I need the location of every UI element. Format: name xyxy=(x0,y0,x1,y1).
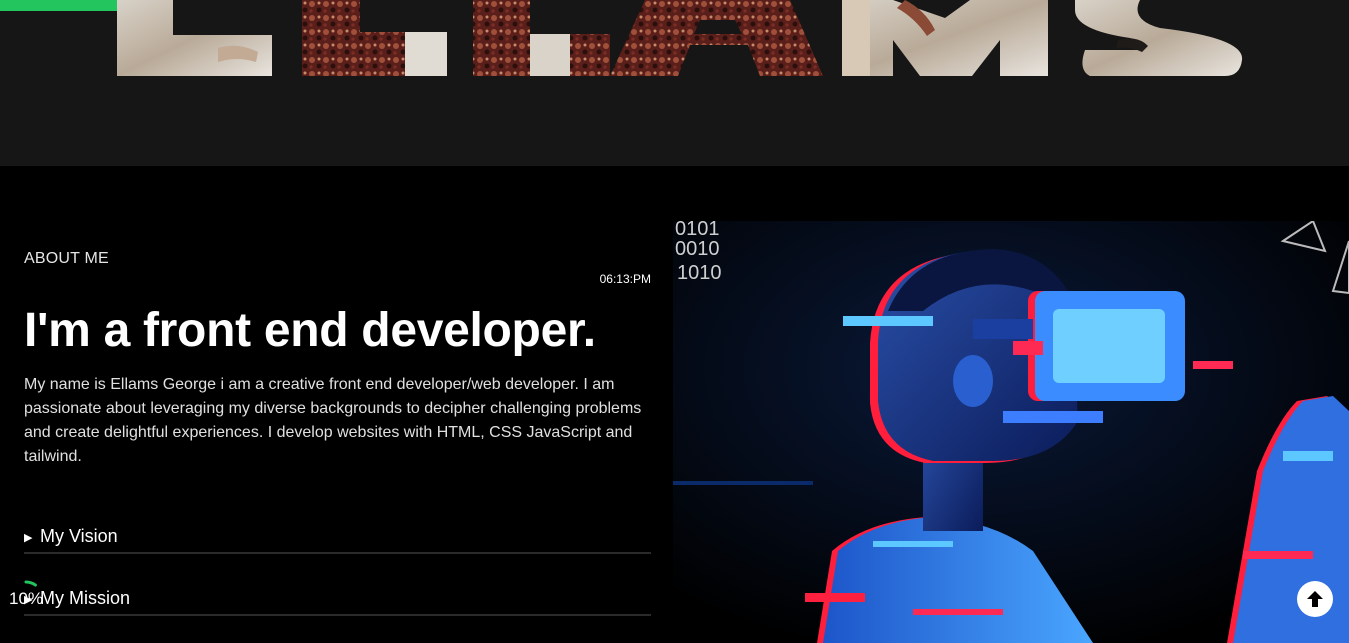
clock: 06:13:PM xyxy=(599,272,651,286)
accordion-my-mission[interactable]: ▶ My Mission xyxy=(24,584,651,616)
scroll-progress-indicator: 10% xyxy=(6,578,46,618)
arrow-up-icon xyxy=(1307,591,1323,607)
accordion-my-vision[interactable]: ▶ My Vision xyxy=(24,522,651,554)
hero-title xyxy=(0,0,1349,76)
vr-illustration: 0101 0010 1010 xyxy=(673,221,1349,643)
accordion-label: My Vision xyxy=(40,526,118,546)
binary-line: 1010 xyxy=(677,262,722,284)
accordion-label: My Mission xyxy=(40,588,131,608)
hero-section xyxy=(0,0,1349,166)
hero-title-letters xyxy=(117,0,1243,76)
page: ABOUT ME 06:13:PM I'm a front end develo… xyxy=(0,0,1349,643)
progress-percent: 10% xyxy=(9,589,44,608)
vr-glitch-image: 0101 0010 1010 xyxy=(673,221,1349,643)
back-to-top-button[interactable] xyxy=(1297,581,1333,617)
section-label: ABOUT ME xyxy=(24,250,109,267)
bio-text: My name is Ellams George i am a creative… xyxy=(24,376,642,465)
triangle-right-icon: ▶ xyxy=(24,532,33,544)
binary-line: 0010 xyxy=(675,238,720,260)
headline: I'm a front end developer. xyxy=(24,304,596,357)
